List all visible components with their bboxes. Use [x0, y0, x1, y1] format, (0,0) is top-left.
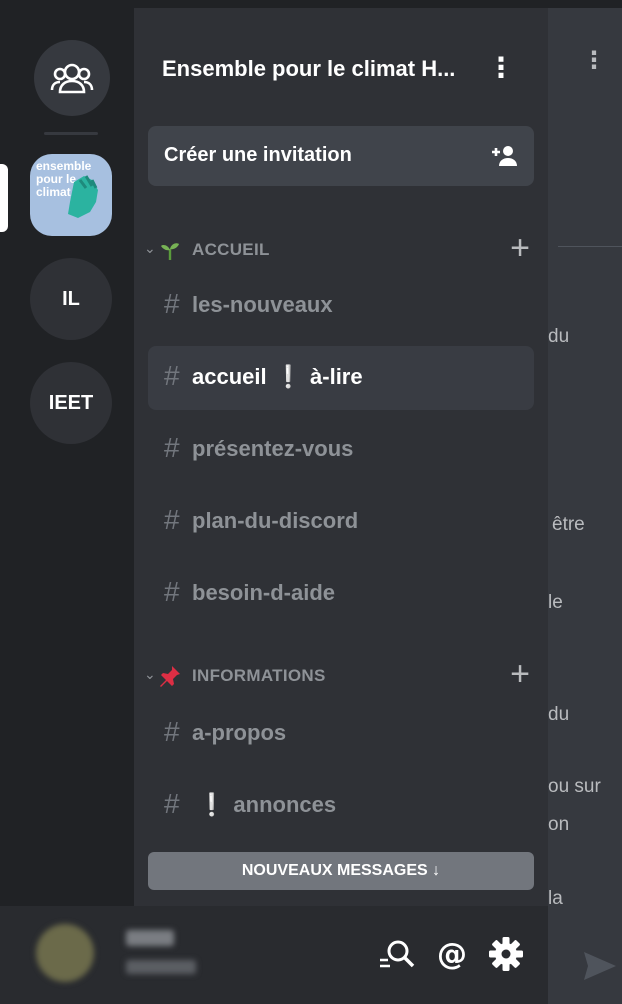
create-invite-label: Créer une invitation [164, 144, 352, 166]
message-snippet: le [548, 592, 563, 613]
hash-icon: # [164, 360, 180, 391]
chat-more-icon[interactable]: ⋮ [582, 46, 606, 75]
add-channel-icon[interactable]: + [510, 656, 530, 692]
message-snippet: ou sur [548, 776, 601, 797]
chevron-down-icon: ⌄ [144, 240, 156, 256]
channel-name: présentez-vous [192, 436, 354, 461]
server-il[interactable]: IL [30, 258, 112, 340]
server-ieet-label: IEET [48, 391, 94, 414]
channel-name: a-propos [192, 720, 287, 745]
server-ensemble-pour-le-climat[interactable]: ensemble pour le climat [30, 154, 112, 236]
user-panel: @ [0, 906, 548, 1004]
channel-name-part-2: à-lire [310, 364, 363, 389]
server-title: Ensemble pour le climat H... [162, 56, 456, 81]
server-header[interactable]: Ensemble pour le climat H... ⋮ [134, 8, 548, 118]
hash-icon: # [164, 432, 180, 463]
channel-name-part-1: accueil [192, 364, 267, 389]
channel-besoin-d-aide[interactable]: # besoin-d-aide [148, 562, 534, 626]
pushpin-icon [160, 666, 180, 687]
new-messages-button[interactable]: NOUVEAUX MESSAGES ↓ [148, 852, 534, 890]
seedling-icon [161, 243, 179, 260]
hash-icon: # [164, 288, 180, 319]
send-icon[interactable] [582, 948, 618, 984]
exclamation-icon: ❕ [198, 792, 226, 817]
exclamation-icon: ❕ [274, 364, 303, 389]
channel-name: plan-du-discord [192, 508, 359, 533]
channel-name: accueil ❕ à-lire [192, 364, 363, 390]
hash-icon: # [164, 788, 180, 819]
channel-name-text: annonces [233, 792, 337, 817]
hash-icon: # [164, 716, 180, 747]
add-user-icon [492, 146, 517, 166]
channel-annonces[interactable]: # ❕ annonces [148, 774, 534, 838]
channel-name: les-nouveaux [192, 292, 333, 317]
friends-icon [50, 63, 94, 94]
channel-les-nouveaux[interactable]: # les-nouveaux [148, 274, 534, 338]
active-server-indicator [0, 164, 8, 232]
svg-text:@: @ [437, 937, 467, 972]
hash-icon: # [164, 576, 180, 607]
message-snippet: être [552, 514, 585, 535]
category-name: ACCUEIL [192, 240, 270, 259]
channel-accueil-a-lire[interactable]: # accueil ❕ à-lire [148, 346, 534, 410]
fist-icon [68, 175, 98, 218]
chevron-down-icon: ⌄ [144, 666, 156, 682]
server-ieet[interactable]: IEET [30, 362, 112, 444]
channel-name: besoin-d-aide [192, 580, 336, 605]
divider [558, 246, 622, 247]
chat-pane: ⋮ [548, 8, 622, 1004]
rail-separator [44, 132, 98, 135]
category-name: INFORMATIONS [192, 666, 326, 685]
create-invite-button[interactable]: Créer une invitation [148, 126, 534, 186]
more-options-icon[interactable]: ⋮ [486, 48, 516, 88]
message-snippet: on [548, 814, 570, 835]
home-button[interactable] [34, 40, 110, 116]
username-blurred [126, 930, 174, 946]
settings-icon[interactable] [486, 934, 526, 974]
message-snippet: du [548, 326, 570, 347]
add-channel-icon[interactable]: + [510, 230, 530, 266]
hash-icon: # [164, 504, 180, 535]
category-accueil[interactable]: ⌄ ACCUEIL + [134, 230, 548, 268]
avatar[interactable] [36, 924, 94, 982]
message-snippet: la [548, 888, 563, 909]
message-snippet: du [548, 704, 570, 725]
server-il-label: IL [62, 287, 80, 310]
user-tag-blurred [126, 960, 196, 974]
channel-presentez-vous[interactable]: # présentez-vous [148, 418, 534, 482]
category-informations[interactable]: ⌄ INFORMATIONS + [134, 656, 548, 694]
chat-header: ⋮ [548, 8, 622, 108]
channel-a-propos[interactable]: # a-propos [148, 702, 534, 766]
mention-icon[interactable]: @ [432, 934, 472, 974]
server-rail: ensemble pour le climat IL IEET [0, 8, 134, 906]
search-icon[interactable] [376, 934, 416, 974]
channel-plan-du-discord[interactable]: # plan-du-discord [148, 490, 534, 554]
channel-name: ❕ annonces [192, 792, 336, 818]
channel-sidebar: Ensemble pour le climat H... ⋮ Créer une… [134, 8, 548, 906]
